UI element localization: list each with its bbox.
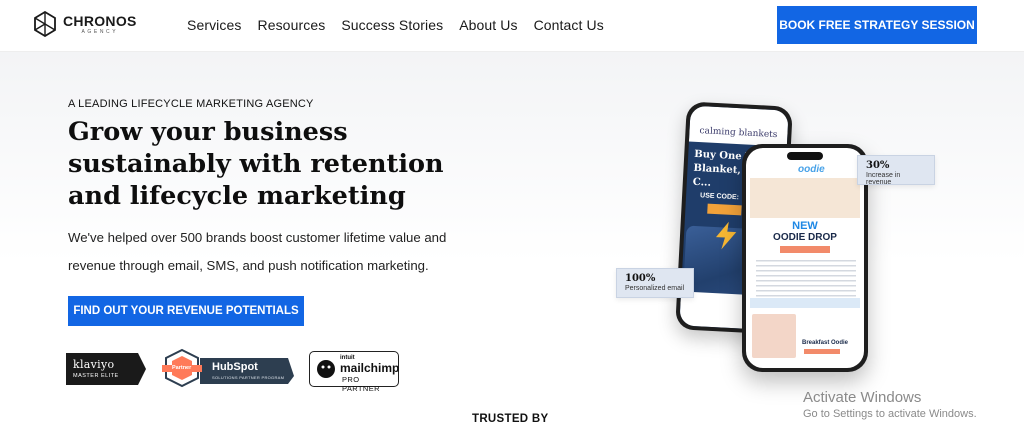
hero-headline: Grow your business sustainably with rete… xyxy=(68,117,444,211)
revenue-stat-label: Increase in revenue xyxy=(866,172,901,186)
watermark-title: Activate Windows xyxy=(803,389,922,406)
nav-contact-us[interactable]: Contact Us xyxy=(534,17,604,33)
email-stat-card: 100% Personalized email xyxy=(616,268,694,298)
klaviyo-name: klaviyo xyxy=(73,358,115,371)
revenue-stat-card: 30% Increase in revenue xyxy=(857,155,935,186)
nav-resources[interactable]: Resources xyxy=(257,17,325,33)
breakfast-oodie-image xyxy=(752,314,796,358)
hubspot-name: HubSpot xyxy=(212,361,258,373)
activate-windows-watermark: Activate Windows Go to Settings to activ… xyxy=(803,389,977,420)
oodie-brand: oodie xyxy=(798,164,825,175)
nav-about-us[interactable]: About Us xyxy=(459,17,517,33)
breakfast-oodie-label: Breakfast Oodie xyxy=(802,340,849,346)
chronos-logo-icon xyxy=(34,11,56,37)
klaviyo-master-elite-badge: klaviyo MASTER ELITE xyxy=(66,353,146,385)
oodie-shop-button xyxy=(780,246,830,253)
main-nav: Services Resources Success Stories About… xyxy=(187,17,604,33)
book-strategy-session-button[interactable]: BOOK FREE STRATEGY SESSION xyxy=(777,6,977,44)
hubspot-program: SOLUTIONS PARTNER PROGRAM xyxy=(212,375,285,380)
revenue-stat-value: 30% xyxy=(866,160,890,171)
calming-blankets-brand: calming blankets xyxy=(688,105,789,147)
oodie-new-label: NEW xyxy=(792,220,818,232)
email-stat-value: 100% xyxy=(625,273,656,284)
revenue-potential-button[interactable]: FIND OUT YOUR REVENUE POTENTIALS xyxy=(68,296,304,326)
nav-services[interactable]: Services xyxy=(187,17,241,33)
mailchimp-tier: PRO PARTNER xyxy=(342,375,380,393)
breakfast-oodie-button xyxy=(804,349,840,354)
oodie-drop-label: OODIE DROP xyxy=(773,232,837,243)
mailchimp-monkey-icon xyxy=(317,360,335,378)
oodie-body-text xyxy=(756,260,856,298)
hero-subtext: We've helped over 500 brands boost custo… xyxy=(68,230,447,273)
front-phone-mockup: oodie NEW OODIE DROP Breakfast Oodie xyxy=(742,144,868,372)
watermark-subtitle: Go to Settings to activate Windows. xyxy=(803,408,977,420)
mailchimp-name: mailchimp xyxy=(340,361,400,375)
trusted-by-heading: TRUSTED BY xyxy=(472,413,549,425)
oodie-banner xyxy=(750,298,860,308)
logo-subtitle: AGENCY xyxy=(81,28,119,35)
hubspot-ribbon: Partner xyxy=(172,365,192,371)
back-phone-button xyxy=(707,203,742,216)
phone-notch xyxy=(787,152,823,160)
email-stat-label: Personalized email xyxy=(625,285,685,292)
chronos-logo[interactable]: CHRONOS AGENCY xyxy=(33,11,137,37)
oodie-hero-image xyxy=(750,178,860,218)
mailchimp-pro-partner-badge: intuit mailchimp PRO PARTNER xyxy=(309,351,400,393)
nav-success-stories[interactable]: Success Stories xyxy=(341,17,443,33)
lightning-bolt-icon xyxy=(715,221,737,250)
logo-name: CHRONOS xyxy=(63,12,137,29)
klaviyo-tier: MASTER ELITE xyxy=(73,373,119,379)
hero-eyebrow: A LEADING LIFECYCLE MARKETING AGENCY xyxy=(68,98,314,110)
site-header: CHRONOS AGENCY Services Resources Succes… xyxy=(0,0,1024,52)
hubspot-partner-badge: Partner HubSpot SOLUTIONS PARTNER PROGRA… xyxy=(162,348,294,388)
